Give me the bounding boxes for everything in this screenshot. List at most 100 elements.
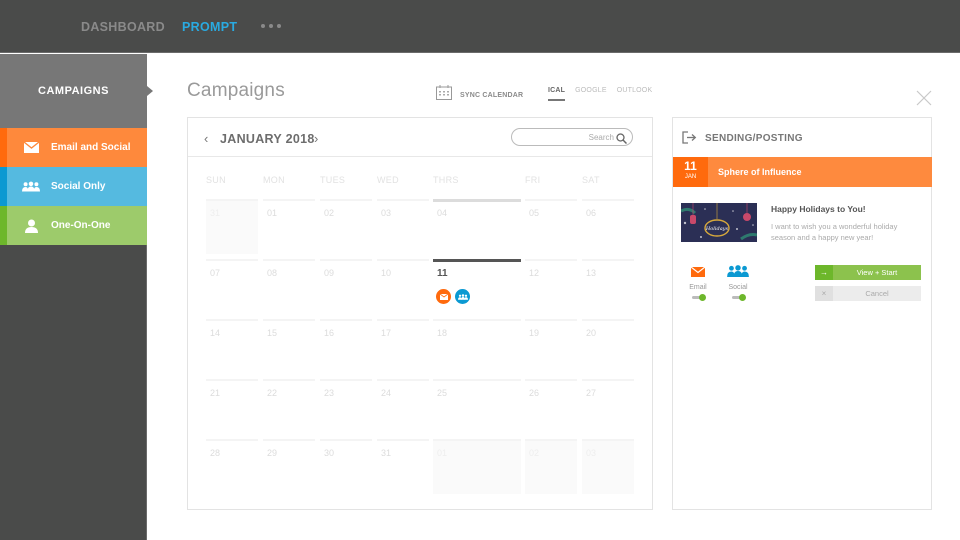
nav-dashboard[interactable]: DASHBOARD [81, 20, 165, 34]
event-row[interactable]: 11 JAN Sphere of Influence [673, 157, 932, 187]
cancel-button[interactable]: × Cancel [815, 286, 921, 301]
channel-label: Email [689, 284, 707, 291]
calendar-day[interactable]: 24 [377, 379, 429, 434]
group-icon [22, 179, 40, 194]
calendar-day[interactable]: 08 [263, 259, 315, 314]
day-number: 12 [529, 268, 540, 278]
day-divider [525, 379, 577, 381]
calendar-day[interactable]: 31 [206, 199, 258, 254]
day-divider [525, 439, 577, 441]
view-start-button[interactable]: → View + Start [815, 265, 921, 280]
calendar-day[interactable]: 26 [525, 379, 577, 434]
calendar-day[interactable]: 03 [582, 439, 634, 494]
search-field[interactable] [511, 128, 633, 146]
day-divider [206, 319, 258, 321]
tab-outlook[interactable]: OUTLOOK [617, 87, 653, 94]
sign-out-icon [682, 131, 697, 149]
sidebar-item-label: One-On-One [51, 220, 111, 231]
day-number: 24 [381, 388, 392, 398]
sidebar-item-label: Email and Social [51, 142, 131, 153]
calendar-day[interactable]: 25 [433, 379, 521, 434]
channel-social: Social [723, 264, 753, 291]
calendar-day[interactable]: 02 [320, 199, 372, 254]
close-icon: × [815, 286, 833, 301]
search-input[interactable] [520, 131, 614, 143]
channel-email: Email [683, 264, 713, 291]
calendar-day[interactable]: 15 [263, 319, 315, 374]
calendar-day[interactable]: 07 [206, 259, 258, 314]
sidebar-header-campaigns[interactable]: CAMPAIGNS [0, 54, 153, 128]
calendar-day[interactable]: 20 [582, 319, 634, 374]
day-divider [377, 379, 429, 381]
calendar-day[interactable]: 28 [206, 439, 258, 494]
nav-prompt[interactable]: PROMPT [182, 20, 237, 34]
calendar-day[interactable]: 22 [263, 379, 315, 434]
calendar-day[interactable]: 04 [433, 199, 521, 254]
day-divider [320, 259, 372, 261]
day-number: 10 [381, 268, 392, 278]
calendar-day[interactable]: 09 [320, 259, 372, 314]
close-icon[interactable] [916, 90, 932, 106]
calendar-day[interactable]: 01 [263, 199, 315, 254]
calendar-day[interactable]: 30 [320, 439, 372, 494]
social-toggle[interactable] [732, 294, 746, 301]
day-divider [377, 319, 429, 321]
day-divider [320, 319, 372, 321]
calendar-day[interactable]: 12 [525, 259, 577, 314]
calendar-day[interactable]: 01 [433, 439, 521, 494]
calendar-day-today[interactable]: 11 [433, 259, 521, 314]
svg-text:Holidays: Holidays [705, 226, 729, 232]
arrow-right-icon: → [815, 265, 833, 280]
calendar-panel: ‹ JANUARY 2018 › SUN MON TUES WED THRS FRI SAT… [187, 117, 653, 510]
chevron-right-icon[interactable]: › [314, 131, 318, 146]
calendar-header: ‹ JANUARY 2018 › [188, 118, 652, 157]
calendar-day[interactable]: 16 [320, 319, 372, 374]
calendar-day[interactable]: 13 [582, 259, 634, 314]
holiday-card-thumbnail: Holidays [681, 203, 757, 242]
calendar-day[interactable]: 18 [433, 319, 521, 374]
weekday-label: FRI [525, 175, 541, 185]
calendar-day[interactable]: 29 [263, 439, 315, 494]
group-icon [727, 264, 749, 281]
chevron-left-icon[interactable]: ‹ [204, 131, 208, 146]
day-number: 28 [210, 448, 221, 458]
calendar-day[interactable]: 05 [525, 199, 577, 254]
sidebar-item-social-only[interactable]: Social Only [0, 167, 147, 206]
calendar-day[interactable]: 06 [582, 199, 634, 254]
sync-calendar-button[interactable]: SYNC CALENDAR [436, 85, 523, 105]
event-day: 11 [684, 159, 697, 173]
day-number: 27 [586, 388, 597, 398]
calendar-day[interactable]: 03 [377, 199, 429, 254]
calendar-day[interactable]: 21 [206, 379, 258, 434]
sidebar-item-email-and-social[interactable]: Email and Social [0, 128, 147, 167]
day-divider [320, 379, 372, 381]
day-divider [263, 439, 315, 441]
calendar-day[interactable]: 27 [582, 379, 634, 434]
month-label: JANUARY 2018 [220, 132, 315, 146]
day-number: 06 [586, 208, 597, 218]
day-number: 16 [324, 328, 335, 338]
day-divider [582, 439, 634, 441]
day-divider [582, 319, 634, 321]
search-icon[interactable] [616, 131, 628, 149]
calendar-day[interactable]: 17 [377, 319, 429, 374]
ellipsis-icon[interactable] [261, 24, 281, 28]
day-number: 18 [437, 328, 448, 338]
calendar-day[interactable]: 23 [320, 379, 372, 434]
group-event-icon[interactable] [455, 289, 470, 304]
envelope-event-icon[interactable] [436, 289, 451, 304]
message-body: I want to wish you a wonderful holiday s… [771, 222, 898, 242]
calendar-day[interactable]: 31 [377, 439, 429, 494]
email-toggle[interactable] [692, 294, 706, 301]
calendar-day[interactable]: 02 [525, 439, 577, 494]
calendar-day[interactable]: 14 [206, 319, 258, 374]
day-number: 02 [529, 448, 540, 458]
tab-google[interactable]: GOOGLE [575, 87, 607, 94]
sidebar-item-one-on-one[interactable]: One-On-One [0, 206, 147, 245]
calendar-day[interactable]: 10 [377, 259, 429, 314]
calendar-day[interactable]: 19 [525, 319, 577, 374]
day-divider [263, 259, 315, 261]
tab-ical[interactable]: ICAL [548, 87, 566, 101]
day-divider [433, 379, 521, 381]
day-divider [433, 259, 521, 262]
